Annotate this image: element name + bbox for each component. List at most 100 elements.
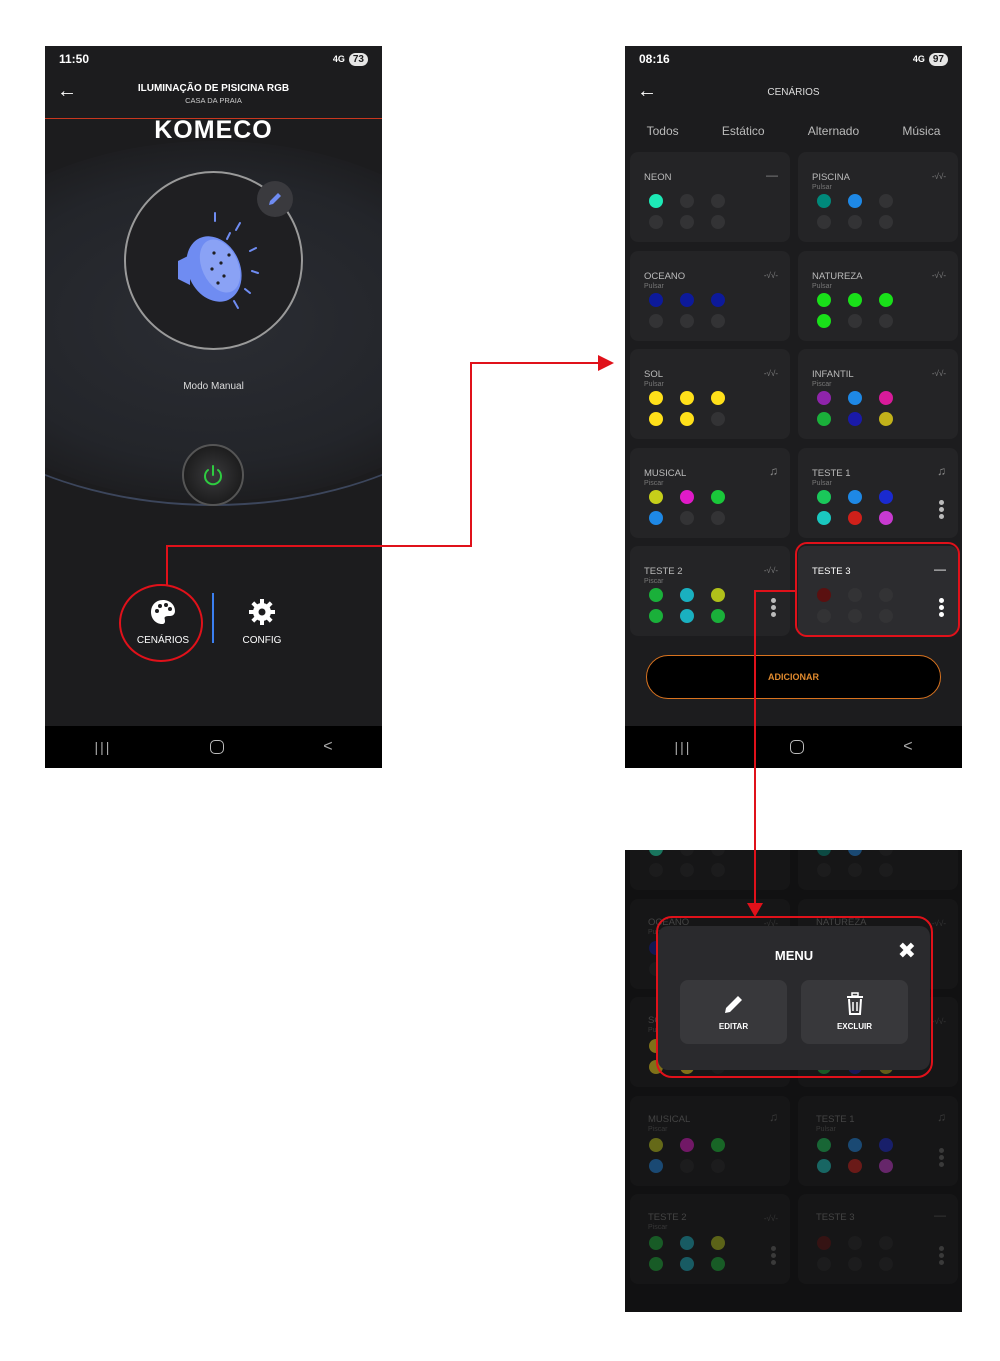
scenario-name: TESTE 2 xyxy=(648,1212,687,1223)
battery-indicator: 73 xyxy=(348,52,368,66)
scenario-name: NEON xyxy=(644,172,672,183)
signal-indicator: 4G xyxy=(332,54,345,64)
color-dot xyxy=(649,215,663,229)
color-dot xyxy=(879,194,893,208)
scenario-card[interactable]: MUSICAL Piscar ♫ xyxy=(630,1095,790,1186)
music-icon: ♫ xyxy=(769,1109,778,1124)
tab-alternado[interactable]: Alternado xyxy=(808,124,859,138)
color-dot xyxy=(649,313,663,328)
tab-musica[interactable]: Música xyxy=(902,124,940,138)
android-nav-bar: ||| < xyxy=(45,726,382,768)
color-dot xyxy=(848,194,862,208)
scenario-card[interactable]: NEON— xyxy=(630,152,790,242)
page-title: ILUMINAÇÃO DE PISICINA RGB xyxy=(137,83,290,94)
color-dot xyxy=(680,412,694,426)
scenario-card[interactable]: TESTE 2 Piscar -√√- xyxy=(630,1194,790,1284)
color-dot xyxy=(879,215,893,229)
recent-apps-icon[interactable]: ||| xyxy=(94,739,111,755)
color-dot xyxy=(817,292,831,307)
color-dot xyxy=(879,863,893,877)
color-dot xyxy=(848,1257,862,1271)
color-dot xyxy=(848,215,862,229)
color-dot xyxy=(680,313,694,328)
pulse-icon: -√√- xyxy=(763,1214,778,1223)
scenario-name: TESTE 3 xyxy=(816,1212,855,1223)
color-dot xyxy=(817,1257,831,1271)
color-dot xyxy=(817,194,831,208)
color-dot xyxy=(680,215,694,229)
color-dot xyxy=(649,1257,663,1271)
recent-apps-icon[interactable]: ||| xyxy=(674,739,691,755)
color-dot xyxy=(817,850,831,856)
add-scenario-button[interactable]: ADICIONAR xyxy=(646,655,941,699)
more-options-icon[interactable] xyxy=(939,1246,944,1267)
scenario-name: SOL xyxy=(644,369,664,380)
color-dot xyxy=(817,215,831,229)
scenario-card[interactable]: SOLPulsar -√√- xyxy=(630,349,790,439)
scenario-card[interactable]: TESTE 1 Pulsar ♫ xyxy=(798,447,958,538)
scenario-card[interactable]: TESTE 1 Pulsar ♫ xyxy=(798,1095,958,1186)
gear-icon xyxy=(249,599,275,625)
color-dot xyxy=(879,292,893,307)
signal-indicator: 4G xyxy=(912,54,925,64)
color-dot xyxy=(848,863,862,877)
tab-estatico[interactable]: Estático xyxy=(722,124,765,138)
highlight-scenarios xyxy=(119,584,203,662)
music-icon: ♫ xyxy=(937,1109,946,1124)
android-nav-bar: ||| < xyxy=(625,726,962,768)
color-dot xyxy=(680,1257,694,1271)
arrow-line xyxy=(754,590,756,906)
scenario-card[interactable]: NEON— xyxy=(630,850,790,890)
home-icon[interactable] xyxy=(790,740,805,754)
brand-logo: KOMECO xyxy=(154,116,273,144)
scenario-card[interactable]: PISCINAPulsar-√√- xyxy=(798,850,958,890)
color-dot xyxy=(817,863,831,877)
more-options-icon[interactable] xyxy=(771,598,776,619)
scenario-card[interactable]: PISCINAPulsar-√√- xyxy=(798,152,958,242)
color-dot xyxy=(649,609,663,623)
scenario-card[interactable]: MUSICAL Piscar ♫ xyxy=(630,447,790,538)
color-dot xyxy=(649,292,663,307)
scenario-mode: Piscar xyxy=(648,1224,668,1231)
color-dot xyxy=(680,1158,694,1173)
scenario-mode: Piscar xyxy=(812,381,832,388)
color-dot xyxy=(680,510,694,525)
color-dot xyxy=(848,1158,862,1173)
nav-back-icon[interactable]: < xyxy=(323,738,332,756)
color-dot xyxy=(817,489,831,504)
scenario-name: TESTE 1 xyxy=(816,1113,855,1125)
scenario-card[interactable]: INFANTILPiscar -√√- xyxy=(798,349,958,439)
more-options-icon[interactable] xyxy=(939,499,944,521)
nav-back-icon[interactable]: < xyxy=(903,738,912,756)
home-icon[interactable] xyxy=(210,740,225,754)
scenario-card[interactable]: TESTE 3 — xyxy=(798,1194,958,1284)
add-scenario-label: ADICIONAR xyxy=(768,672,819,682)
arrow-line xyxy=(470,362,602,364)
pulse-icon: -√√- xyxy=(931,172,946,181)
config-label: CONFIG xyxy=(242,635,282,646)
power-button[interactable] xyxy=(182,444,244,506)
tab-todos[interactable]: Todos xyxy=(647,124,679,138)
page-subtitle: CASA DA PRAIA xyxy=(185,96,242,105)
scenario-mode: Pulsar xyxy=(812,282,832,290)
pulse-icon: -√√- xyxy=(763,566,778,575)
scenario-name: MUSICAL xyxy=(644,467,687,479)
color-dot xyxy=(817,391,831,405)
pulse-icon: -√√- xyxy=(763,369,778,378)
scenario-card[interactable]: NATUREZAPulsar -√√- xyxy=(798,250,958,341)
color-dot xyxy=(817,313,831,328)
config-button[interactable]: CONFIG xyxy=(222,598,302,646)
pulse-icon: -√√- xyxy=(931,369,946,378)
color-dot xyxy=(711,1236,725,1250)
color-dot xyxy=(848,1137,862,1152)
minus-icon: — xyxy=(934,1208,946,1222)
color-dot xyxy=(649,1137,663,1152)
color-dot xyxy=(680,1236,694,1250)
scenario-card[interactable]: OCEANOPulsar -√√- xyxy=(630,250,790,341)
more-options-icon[interactable] xyxy=(771,1246,776,1267)
edit-lamp-button[interactable] xyxy=(257,181,293,217)
battery-indicator: 97 xyxy=(928,52,948,66)
more-options-icon[interactable] xyxy=(939,1147,944,1169)
page-title: CENÁRIOS xyxy=(767,87,820,98)
color-dot xyxy=(680,489,694,504)
